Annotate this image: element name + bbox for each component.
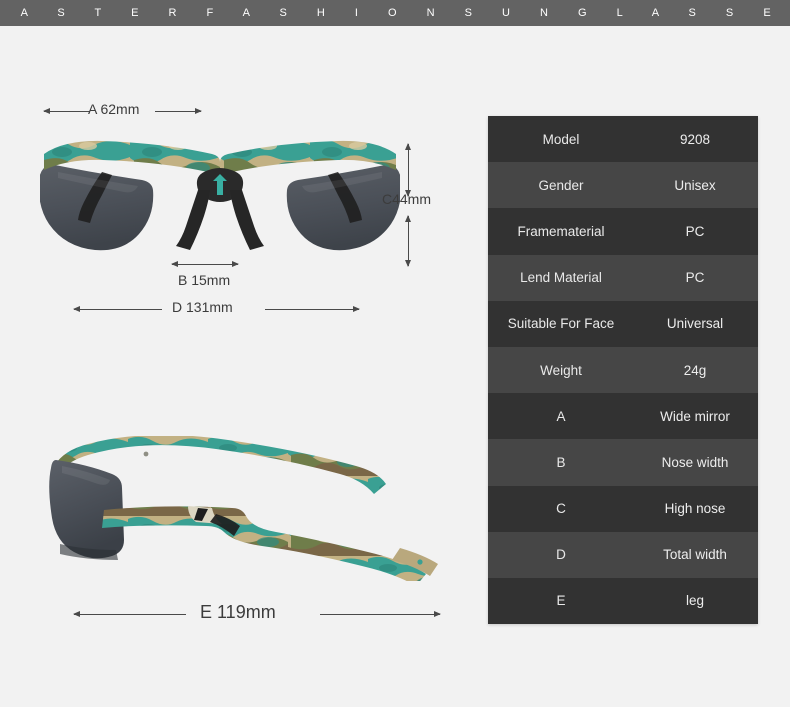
brand-header: M A S T E R F A S H I O N S U N G L A S … bbox=[0, 0, 790, 26]
table-row: E leg bbox=[488, 577, 758, 624]
table-row: Lend Material PC bbox=[488, 254, 758, 301]
table-row: B Nose width bbox=[488, 439, 758, 486]
spec-key: Gender bbox=[538, 177, 584, 193]
sunglasses-front-view bbox=[38, 138, 402, 263]
dimension-arrow-c-upper bbox=[405, 143, 411, 197]
spec-key: Lend Material bbox=[520, 270, 602, 286]
spec-key: B bbox=[556, 454, 566, 470]
dimension-arrow-a-right bbox=[155, 108, 202, 114]
dimension-arrow-d-left bbox=[73, 306, 162, 312]
product-illustration-panel: A 62mm C44mm B 15mm D 131mm E 119mm bbox=[0, 26, 470, 666]
table-row: Gender Unisex bbox=[488, 162, 758, 209]
specification-table: Model 9208 Gender Unisex Framematerial P… bbox=[488, 116, 758, 624]
dimension-arrow-c-lower bbox=[405, 215, 411, 267]
spec-key: D bbox=[556, 547, 566, 563]
table-row: Framematerial PC bbox=[488, 208, 758, 255]
spec-key: Model bbox=[542, 131, 580, 147]
table-row: Suitable For Face Universal bbox=[488, 300, 758, 347]
dimension-label-e: E 119mm bbox=[200, 602, 276, 622]
dimension-arrow-a-left bbox=[43, 108, 90, 114]
dimension-label-d: D 131mm bbox=[172, 299, 233, 315]
dimension-label-b: B 15mm bbox=[178, 272, 231, 288]
spec-value: 9208 bbox=[679, 131, 711, 147]
spec-value: PC bbox=[685, 223, 705, 239]
table-row: Model 9208 bbox=[488, 116, 758, 163]
spec-key: A bbox=[556, 408, 566, 424]
dimension-arrow-e-left bbox=[73, 611, 186, 617]
spec-value: Nose width bbox=[661, 454, 729, 470]
dimension-arrow-d-right bbox=[265, 306, 360, 312]
spec-value: Universal bbox=[666, 316, 724, 332]
spec-value: 24g bbox=[683, 362, 707, 378]
sunglasses-side-view bbox=[48, 436, 448, 586]
spec-key: Suitable For Face bbox=[507, 316, 615, 332]
spec-value: Unisex bbox=[674, 177, 716, 193]
spec-value: High nose bbox=[664, 501, 726, 517]
dimension-arrow-b bbox=[171, 261, 239, 267]
dimension-label-a: A 62mm bbox=[88, 101, 140, 117]
spec-key: Weight bbox=[540, 362, 582, 378]
spec-key: C bbox=[556, 501, 566, 517]
spec-key: Framematerial bbox=[517, 223, 605, 239]
spec-key: E bbox=[556, 593, 566, 609]
table-row: C High nose bbox=[488, 485, 758, 532]
spec-value: PC bbox=[685, 270, 705, 286]
spec-value: Total width bbox=[663, 547, 727, 563]
table-row: Weight 24g bbox=[488, 346, 758, 394]
dimension-arrow-e-right bbox=[320, 611, 441, 617]
table-row: A Wide mirror bbox=[488, 393, 758, 440]
spec-value: Wide mirror bbox=[660, 408, 730, 424]
table-row: D Total width bbox=[488, 531, 758, 578]
spec-value: leg bbox=[685, 593, 704, 609]
